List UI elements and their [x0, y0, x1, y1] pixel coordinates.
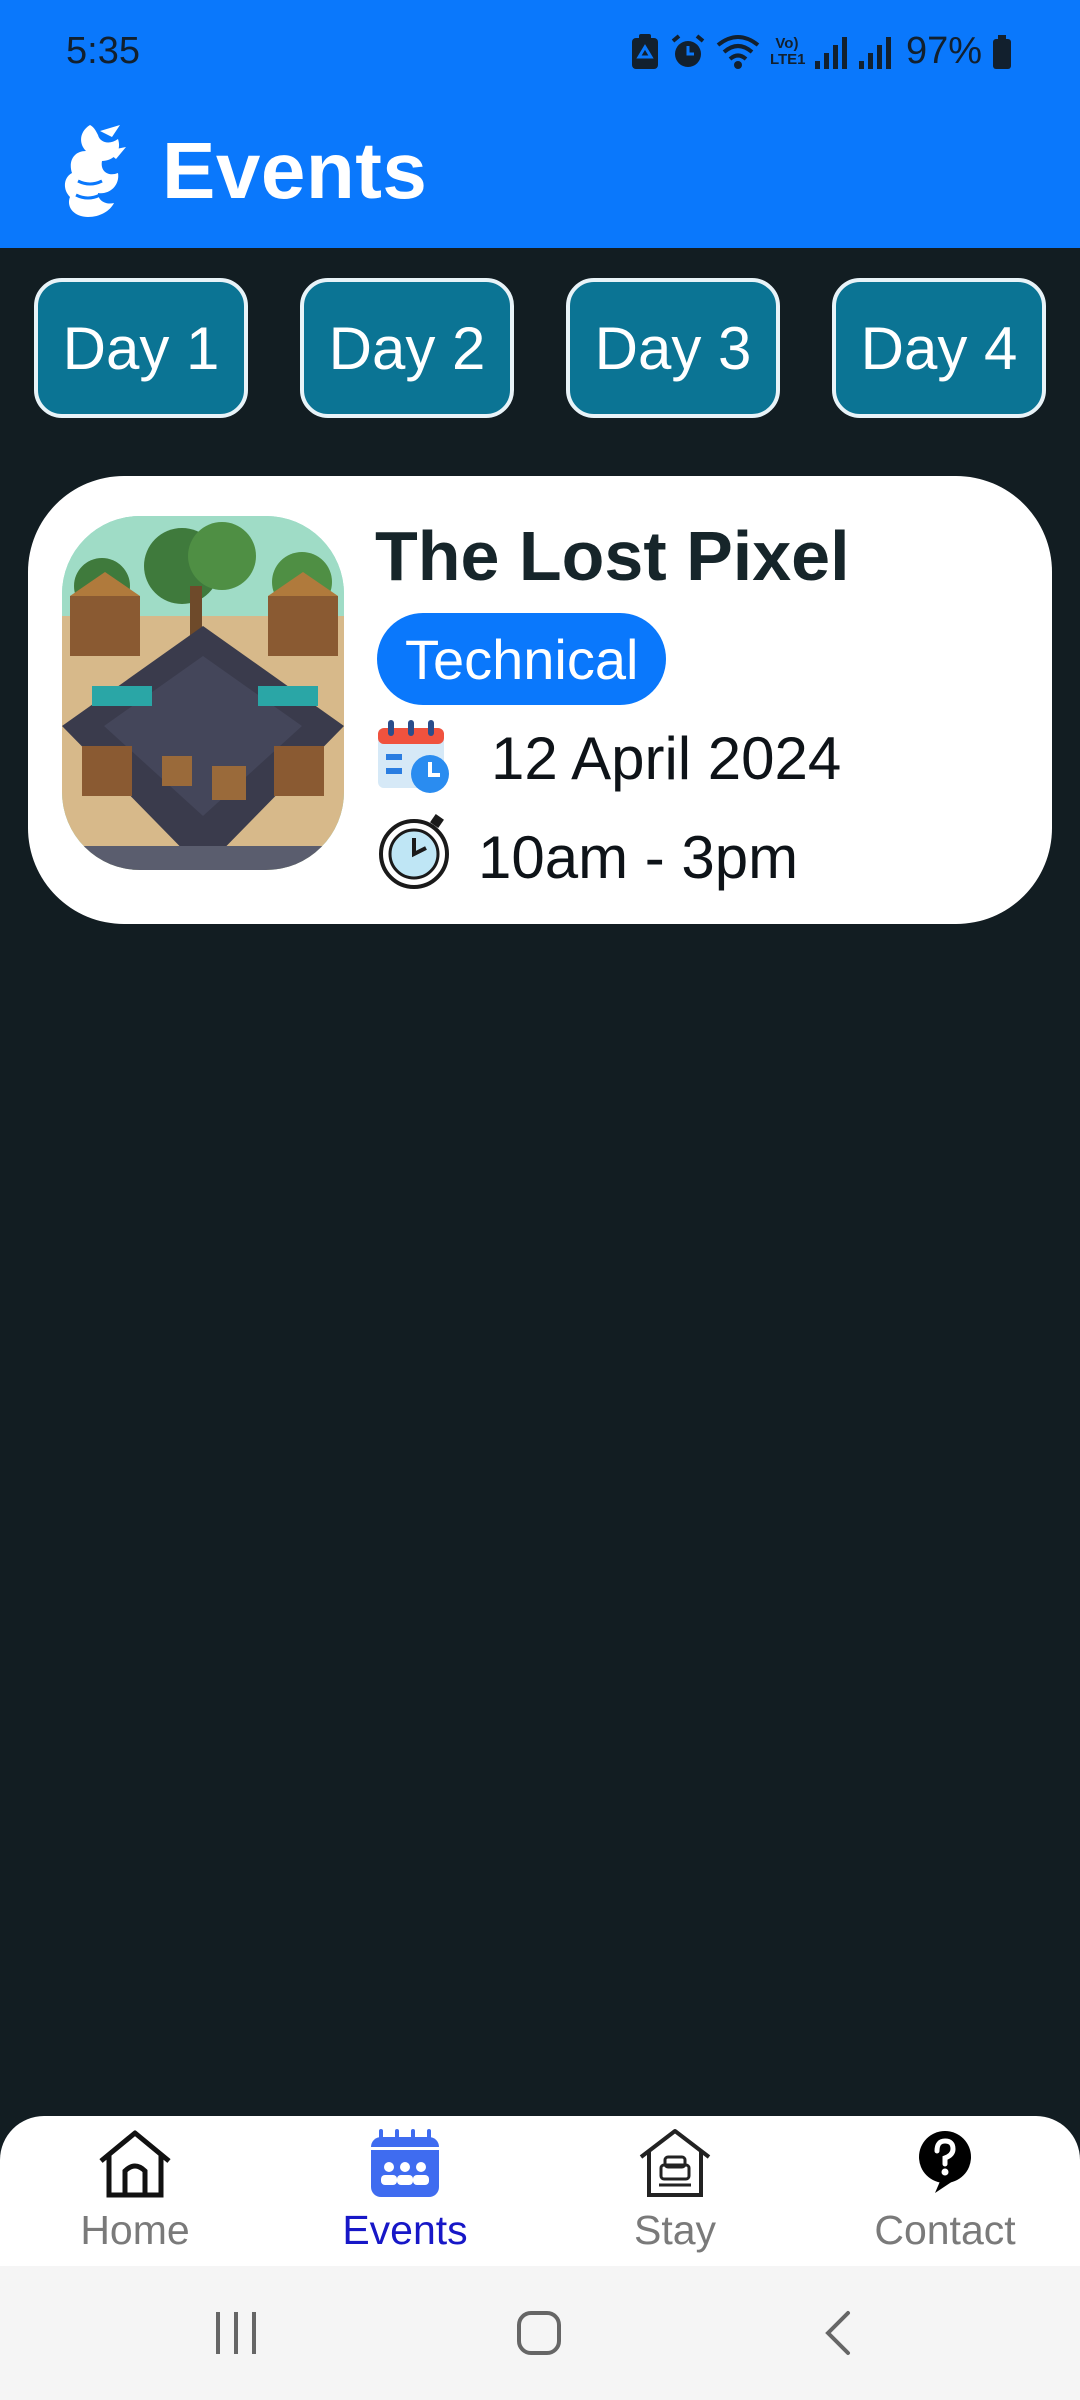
nav-item-contact[interactable]: Contact — [830, 2116, 1060, 2266]
day-tabs: Day 1 Day 2 Day 3 Day 4 — [34, 278, 1046, 418]
tab-day-1[interactable]: Day 1 — [34, 278, 248, 418]
app-logo-icon — [64, 125, 126, 217]
signal-icon-1 — [814, 36, 847, 69]
events-icon — [371, 2129, 439, 2197]
recent-apps-icon — [216, 2312, 256, 2354]
event-time: 10am - 3pm — [478, 824, 799, 891]
page-title: Events — [162, 126, 428, 215]
system-back-button[interactable] — [822, 2266, 852, 2400]
app-header: 5:35 Vo) LTE1 97% Events — [0, 0, 1080, 248]
event-date: 12 April 2024 — [491, 725, 842, 792]
recent-apps-button[interactable] — [212, 2266, 260, 2400]
nav-label-stay: Stay — [633, 2207, 717, 2253]
nav-item-home[interactable]: Home — [20, 2116, 250, 2266]
bottom-navigation: Home Events Stay Contact — [0, 2116, 1080, 2266]
calendar-icon — [378, 720, 449, 793]
recycle-notification-icon — [631, 33, 658, 69]
system-home-button[interactable] — [516, 2266, 562, 2400]
event-category-badge: Technical — [377, 613, 667, 705]
app-title-row: Events — [60, 116, 427, 226]
volte-label: Vo) LTE1 — [769, 34, 806, 68]
help-icon — [919, 2131, 971, 2193]
battery-percent: 97% — [905, 30, 982, 72]
event-title: The Lost Pixel — [375, 517, 850, 595]
wifi-icon — [716, 34, 760, 69]
signal-icon-2 — [858, 36, 891, 69]
system-home-icon — [517, 2311, 561, 2355]
event-thumbnail-image — [62, 516, 344, 870]
tab-day-4[interactable]: Day 4 — [832, 278, 1046, 418]
battery-icon — [993, 34, 1011, 69]
event-card[interactable]: The Lost Pixel Technical 12 April 2024 1… — [28, 476, 1052, 924]
stay-icon — [639, 2129, 711, 2197]
status-icons: Vo) LTE1 97% — [630, 30, 1012, 73]
nav-label-home: Home — [80, 2207, 190, 2253]
tab-day-2[interactable]: Day 2 — [300, 278, 514, 418]
stopwatch-icon — [379, 814, 449, 889]
nav-label-contact: Contact — [874, 2207, 1016, 2253]
status-time: 5:35 — [66, 30, 140, 72]
alarm-icon — [671, 33, 705, 67]
nav-item-events[interactable]: Events — [290, 2116, 520, 2266]
system-navigation-bar — [0, 2266, 1080, 2400]
nav-label-events: Events — [342, 2207, 468, 2253]
back-icon — [825, 2311, 850, 2355]
home-icon — [99, 2130, 171, 2198]
status-bar: 5:35 Vo) LTE1 97% — [0, 0, 1080, 100]
nav-item-stay[interactable]: Stay — [560, 2116, 790, 2266]
tab-day-3[interactable]: Day 3 — [566, 278, 780, 418]
